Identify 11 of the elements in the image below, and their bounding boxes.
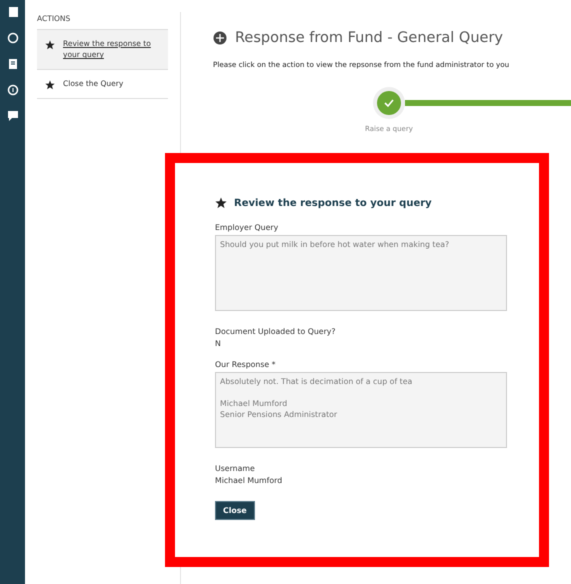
chat-icon[interactable] (6, 110, 18, 122)
form-title: Review the response to your query (234, 198, 432, 208)
star-icon (45, 80, 55, 90)
page-title: Response from Fund - General Query (235, 30, 504, 46)
check-icon (383, 97, 395, 109)
info-icon[interactable] (6, 84, 18, 96)
document-icon[interactable] (6, 58, 18, 70)
page-icon[interactable] (6, 6, 18, 18)
star-icon (215, 197, 227, 209)
circle-icon (213, 31, 227, 45)
star-icon (45, 40, 55, 50)
